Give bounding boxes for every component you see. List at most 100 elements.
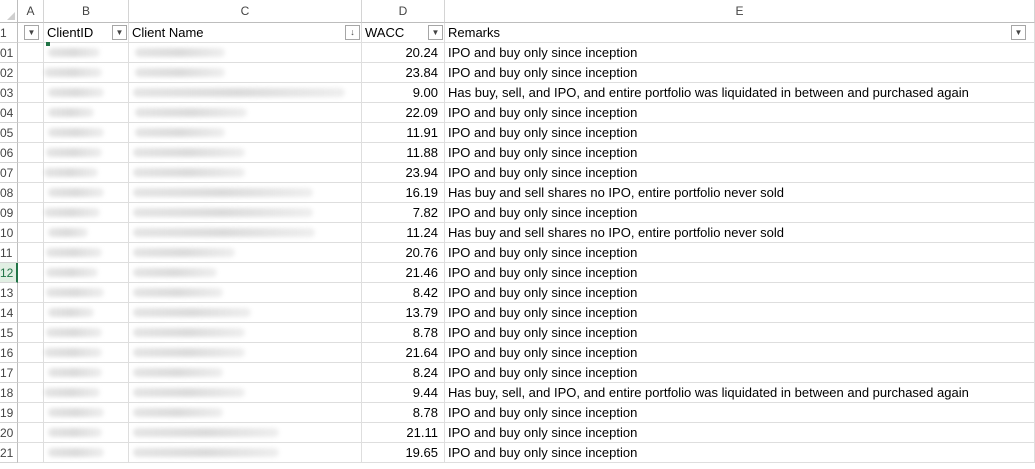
cell-a[interactable] bbox=[18, 83, 44, 102]
cell-wacc[interactable]: 9.44 bbox=[362, 383, 445, 402]
cell-wacc[interactable]: 8.78 bbox=[362, 403, 445, 422]
cell-remarks[interactable]: IPO and buy only since inception bbox=[445, 363, 1035, 382]
cell-remarks[interactable]: IPO and buy only since inception bbox=[445, 163, 1035, 182]
cell-wacc[interactable]: 21.46 bbox=[362, 263, 445, 282]
row-header-14[interactable]: 14 bbox=[0, 303, 18, 323]
header-cell-wacc[interactable]: WACC ▼ bbox=[362, 23, 445, 42]
cell-remarks[interactable]: IPO and buy only since inception bbox=[445, 263, 1035, 282]
row-header-17[interactable]: 17 bbox=[0, 363, 18, 383]
cell-clientid[interactable] bbox=[44, 243, 129, 262]
cell-a[interactable] bbox=[18, 423, 44, 442]
cell-remarks[interactable]: IPO and buy only since inception bbox=[445, 403, 1035, 422]
cell-client-name[interactable] bbox=[129, 223, 362, 242]
cell-wacc[interactable]: 19.65 bbox=[362, 443, 445, 462]
row-header-03[interactable]: 03 bbox=[0, 83, 18, 103]
cell-clientid[interactable] bbox=[44, 403, 129, 422]
cell-client-name[interactable] bbox=[129, 283, 362, 302]
cell-wacc[interactable]: 13.79 bbox=[362, 303, 445, 322]
cell-wacc[interactable]: 11.88 bbox=[362, 143, 445, 162]
column-header-e[interactable]: E bbox=[445, 0, 1035, 23]
cell-clientid[interactable] bbox=[44, 423, 129, 442]
cell-remarks[interactable]: IPO and buy only since inception bbox=[445, 143, 1035, 162]
cell-a[interactable] bbox=[18, 303, 44, 322]
row-header-18[interactable]: 18 bbox=[0, 383, 18, 403]
cell-client-name[interactable] bbox=[129, 83, 362, 102]
cell-a[interactable] bbox=[18, 63, 44, 82]
cell-wacc[interactable]: 8.24 bbox=[362, 363, 445, 382]
cell-wacc[interactable]: 20.24 bbox=[362, 43, 445, 62]
cell-wacc[interactable]: 16.19 bbox=[362, 183, 445, 202]
cell-wacc[interactable]: 21.11 bbox=[362, 423, 445, 442]
cell-a[interactable] bbox=[18, 43, 44, 62]
cell-clientid[interactable] bbox=[44, 343, 129, 362]
cell-a[interactable] bbox=[18, 263, 44, 282]
cell-remarks[interactable]: IPO and buy only since inception bbox=[445, 423, 1035, 442]
row-header-11[interactable]: 11 bbox=[0, 243, 18, 263]
sort-ascending-icon[interactable]: ↓ bbox=[345, 25, 360, 40]
row-header-16[interactable]: 16 bbox=[0, 343, 18, 363]
cell-remarks[interactable]: IPO and buy only since inception bbox=[445, 283, 1035, 302]
cell-remarks[interactable]: IPO and buy only since inception bbox=[445, 103, 1035, 122]
cell-client-name[interactable] bbox=[129, 323, 362, 342]
cell-a[interactable] bbox=[18, 283, 44, 302]
cell-a[interactable] bbox=[18, 183, 44, 202]
cell-client-name[interactable] bbox=[129, 63, 362, 82]
row-header-12[interactable]: 12 bbox=[0, 263, 18, 283]
cell-wacc[interactable]: 21.64 bbox=[362, 343, 445, 362]
cell-wacc[interactable]: 23.94 bbox=[362, 163, 445, 182]
cell-clientid[interactable] bbox=[44, 123, 129, 142]
cell-remarks[interactable]: IPO and buy only since inception bbox=[445, 443, 1035, 462]
filter-dropdown-icon[interactable]: ▼ bbox=[24, 25, 39, 40]
cell-clientid[interactable] bbox=[44, 383, 129, 402]
cell-remarks[interactable]: IPO and buy only since inception bbox=[445, 43, 1035, 62]
cell-client-name[interactable] bbox=[129, 383, 362, 402]
cell-clientid[interactable] bbox=[44, 443, 129, 462]
cell-clientid[interactable] bbox=[44, 283, 129, 302]
cell-client-name[interactable] bbox=[129, 443, 362, 462]
cell-clientid[interactable] bbox=[44, 43, 129, 62]
cell-client-name[interactable] bbox=[129, 123, 362, 142]
header-cell-clientid[interactable]: ClientID ▼ bbox=[44, 23, 129, 42]
cell-wacc[interactable]: 11.24 bbox=[362, 223, 445, 242]
cell-client-name[interactable] bbox=[129, 103, 362, 122]
cell-client-name[interactable] bbox=[129, 43, 362, 62]
cell-a[interactable] bbox=[18, 163, 44, 182]
cell-remarks[interactable]: Has buy, sell, and IPO, and entire portf… bbox=[445, 83, 1035, 102]
cell-a[interactable] bbox=[18, 143, 44, 162]
cell-a[interactable] bbox=[18, 323, 44, 342]
cell-client-name[interactable] bbox=[129, 183, 362, 202]
cell-clientid[interactable] bbox=[44, 303, 129, 322]
cell-a[interactable] bbox=[18, 223, 44, 242]
cell-wacc[interactable]: 7.82 bbox=[362, 203, 445, 222]
column-header-b[interactable]: B bbox=[44, 0, 129, 23]
cell-wacc[interactable]: 11.91 bbox=[362, 123, 445, 142]
cell-clientid[interactable] bbox=[44, 263, 129, 282]
header-cell-a[interactable]: ▼ bbox=[18, 23, 44, 42]
cell-wacc[interactable]: 22.09 bbox=[362, 103, 445, 122]
cell-remarks[interactable]: Has buy and sell shares no IPO, entire p… bbox=[445, 183, 1035, 202]
cell-client-name[interactable] bbox=[129, 143, 362, 162]
cell-clientid[interactable] bbox=[44, 83, 129, 102]
row-header-1[interactable]: 1 bbox=[0, 23, 18, 43]
cell-clientid[interactable] bbox=[44, 203, 129, 222]
cell-clientid[interactable] bbox=[44, 63, 129, 82]
cell-client-name[interactable] bbox=[129, 263, 362, 282]
row-header-09[interactable]: 09 bbox=[0, 203, 18, 223]
row-header-01[interactable]: 01 bbox=[0, 43, 18, 63]
cell-a[interactable] bbox=[18, 383, 44, 402]
row-header-15[interactable]: 15 bbox=[0, 323, 18, 343]
row-header-20[interactable]: 20 bbox=[0, 423, 18, 443]
row-header-13[interactable]: 13 bbox=[0, 283, 18, 303]
cell-wacc[interactable]: 8.42 bbox=[362, 283, 445, 302]
row-header-04[interactable]: 04 bbox=[0, 103, 18, 123]
row-header-05[interactable]: 05 bbox=[0, 123, 18, 143]
cell-client-name[interactable] bbox=[129, 303, 362, 322]
row-header-21[interactable]: 21 bbox=[0, 443, 18, 463]
cell-clientid[interactable] bbox=[44, 323, 129, 342]
cell-a[interactable] bbox=[18, 243, 44, 262]
cell-clientid[interactable] bbox=[44, 183, 129, 202]
cell-wacc[interactable]: 23.84 bbox=[362, 63, 445, 82]
cell-a[interactable] bbox=[18, 343, 44, 362]
cell-remarks[interactable]: Has buy, sell, and IPO, and entire portf… bbox=[445, 383, 1035, 402]
header-cell-client-name[interactable]: Client Name ↓ bbox=[129, 23, 362, 42]
